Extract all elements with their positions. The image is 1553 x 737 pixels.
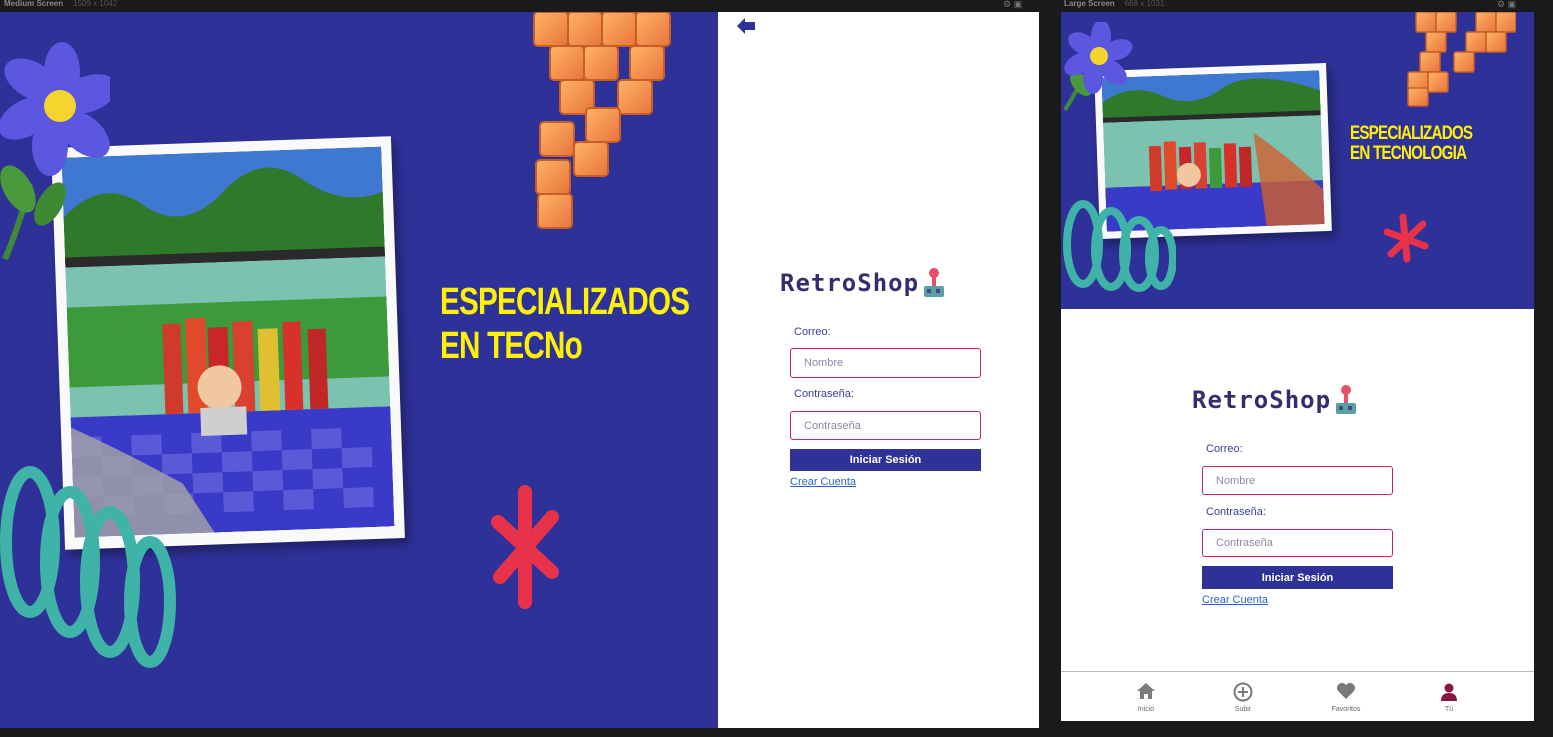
nav-label: Tú [1444,706,1454,713]
home-icon [1137,683,1155,699]
nav-item-inicio[interactable]: Inicio [1111,672,1181,721]
frame-label-medium: Medium Screen 1509 x 1042 [4,0,118,8]
flower-decoration [0,42,110,261]
nav-label: Favoritos [1331,706,1361,713]
user-icon [1441,683,1457,701]
flower-decoration [1063,22,1133,112]
medium-screen-frame: ESPECIALIZADOS EN TECNo RetroShop Correo… [0,12,1039,728]
email-label: Correo: [1206,443,1243,455]
frame-tools-large[interactable]: ⚙ ▣ [1497,0,1516,9]
orange-blocks-decoration [533,12,671,229]
brand-name: RetroShop [780,269,920,297]
hero-panel: ESPECIALIZADOS EN TECNo [0,12,718,728]
email-label: Correo: [794,326,831,338]
password-label: Contraseña: [794,388,854,400]
bottom-navigation: Inicio Subir Favoritos Tú [1061,671,1534,721]
create-account-link[interactable]: Crear Cuenta [1202,594,1268,606]
hero-headline: ESPECIALIZADOS EN TECNo [440,281,690,367]
email-input[interactable] [790,348,981,378]
spring-coil-decoration [1063,200,1176,292]
brand-logo: RetroShop [780,267,945,299]
nav-label: Subir [1234,706,1252,713]
hero-headline: ESPECIALIZADOS EN TECNOLOGIA [1350,123,1473,164]
nav-item-favoritos[interactable]: Favoritos [1311,672,1381,721]
nav-item-subir[interactable]: Subir [1208,672,1278,721]
back-arrow-icon[interactable] [737,18,755,34]
password-label: Contraseña: [1206,506,1266,518]
spring-coil-decoration [0,466,176,668]
login-button[interactable]: Iniciar Sesión [1202,566,1393,589]
login-button[interactable]: Iniciar Sesión [790,449,981,471]
email-input[interactable] [1202,466,1393,495]
frame-label-large: Large Screen 668 x 1031 [1064,0,1165,8]
canvas-topbar: Medium Screen 1509 x 1042 ⚙ ▣ Large Scree… [0,0,1553,12]
heart-icon [1337,683,1355,699]
joystick-icon [1336,385,1357,414]
password-input[interactable] [1202,529,1393,557]
login-panel: RetroShop Correo: Contraseña: Iniciar Se… [718,12,1039,728]
brand-logo: RetroShop [1192,384,1357,416]
password-input[interactable] [790,411,981,440]
red-star-decoration [1383,213,1429,263]
nav-label: Inicio [1137,706,1155,713]
hero-panel-large: ESPECIALIZADOS EN TECNOLOGIA [1061,12,1534,309]
plus-circle-icon [1233,682,1253,702]
nav-item-tu[interactable]: Tú [1414,672,1484,721]
frame-tools-medium[interactable]: ⚙ ▣ [1003,0,1022,9]
red-star-decoration [491,485,559,609]
joystick-icon [924,268,945,297]
brand-name: RetroShop [1192,386,1332,414]
orange-blocks-decoration [1407,12,1516,107]
create-account-link[interactable]: Crear Cuenta [790,476,856,488]
large-screen-frame: ESPECIALIZADOS EN TECNOLOGIA RetroShop C… [1061,12,1534,721]
